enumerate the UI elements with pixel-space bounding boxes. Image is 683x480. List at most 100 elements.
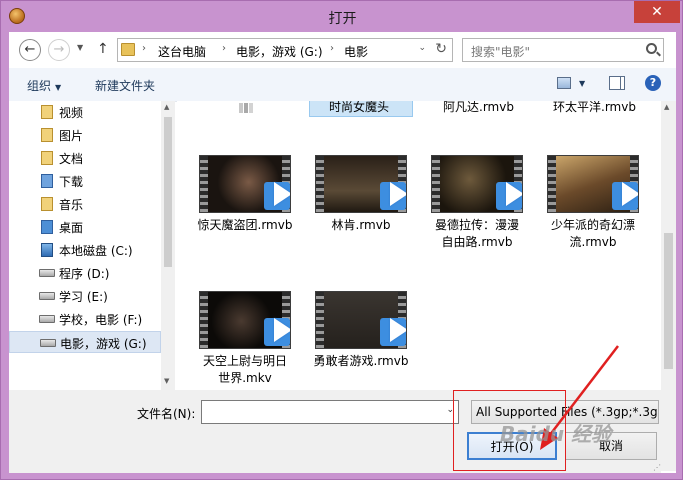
video-thumbnail <box>199 291 291 349</box>
scroll-down-icon[interactable]: ▼ <box>164 377 169 385</box>
sidebar-item-drive-d[interactable]: 程序 (D:) <box>9 262 161 284</box>
search-icon[interactable] <box>646 43 657 54</box>
back-button[interactable]: ← <box>19 39 41 61</box>
file-name: 自由路.rmvb <box>441 235 513 249</box>
breadcrumb-movies[interactable]: 电影 <box>344 43 368 60</box>
pictures-folder-icon <box>41 128 53 142</box>
windows-drive-icon <box>41 243 53 257</box>
sidebar-item-label: 音乐 <box>59 198 84 212</box>
up-button[interactable]: ↑ <box>97 41 109 57</box>
sidebar-item-label: 学校，电影 (F:) <box>59 313 143 327</box>
sidebar-item-label: 电影，游戏 (G:) <box>60 337 147 351</box>
file-name: 勇敢者游戏.rmvb <box>313 354 409 368</box>
sidebar-item-drive-f[interactable]: 学校，电影 (F:) <box>9 308 161 330</box>
navigation-pane-scrollbar[interactable]: ▲ ▼ <box>161 101 175 390</box>
sidebar-item-desktop[interactable]: 桌面 <box>9 216 161 238</box>
title-bar[interactable]: 打开 ✕ <box>1 1 683 33</box>
video-thumbnail <box>547 155 639 213</box>
file-name[interactable]: 时尚女魔头 <box>329 101 389 115</box>
video-folder-icon <box>41 105 53 119</box>
search-box[interactable]: 搜索"电影" <box>462 38 664 62</box>
play-icon <box>380 318 406 346</box>
command-toolbar: 组织 ▼ 新建文件夹 ▼ ? <box>9 68 676 102</box>
desktop-folder-icon <box>41 220 53 234</box>
drive-icon <box>39 292 55 300</box>
video-thumbnail <box>199 155 291 213</box>
play-icon <box>380 182 406 210</box>
navigation-pane: 视频 图片 文档 下载 音乐 桌面 本地磁盘 (C:) 程序 (D:) 学习 (… <box>9 101 173 370</box>
sidebar-item-drive-e[interactable]: 学习 (E:) <box>9 285 161 307</box>
sidebar-item-label: 本地磁盘 (C:) <box>59 244 133 258</box>
sidebar-item-downloads[interactable]: 下载 <box>9 170 161 192</box>
documents-folder-icon <box>41 151 53 165</box>
sidebar-item-label: 视频 <box>59 106 84 120</box>
file-list-scrollbar[interactable]: ▲ <box>661 101 676 471</box>
file-name: 天空上尉与明日 <box>202 354 287 368</box>
sidebar-item-label: 下载 <box>59 175 84 189</box>
scrollbar-thumb[interactable] <box>664 233 673 369</box>
address-bar[interactable]: › 这台电脑 › 电影，游戏 (G:) › 电影 ⌄ ↻ <box>117 38 453 62</box>
video-thumbnail <box>315 291 407 349</box>
sidebar-item-pictures[interactable]: 图片 <box>9 124 161 146</box>
window-title: 打开 <box>328 11 357 27</box>
music-folder-icon <box>41 197 53 211</box>
play-icon <box>264 318 290 346</box>
organize-menu[interactable]: 组织 ▼ <box>27 77 61 94</box>
address-dropdown-icon[interactable]: ⌄ <box>418 43 426 53</box>
scroll-up-icon[interactable]: ▲ <box>664 103 669 111</box>
filename-label: 文件名(N): <box>137 407 196 421</box>
drive-icon <box>40 339 56 347</box>
navigation-bar: ← → ▼ ↑ › 这台电脑 › 电影，游戏 (G:) › 电影 ⌄ ↻ 搜索"… <box>9 32 676 68</box>
sidebar-item-label: 学习 (E:) <box>59 290 108 304</box>
refresh-icon[interactable]: ↻ <box>435 41 447 57</box>
play-icon <box>496 182 522 210</box>
file-name: 惊天魔盗团.rmvb <box>197 218 293 232</box>
filename-input[interactable]: ⌄ <box>201 400 459 424</box>
sidebar-item-label: 图片 <box>59 129 84 143</box>
file-name: 少年派的奇幻漂 <box>550 218 635 232</box>
drive-icon <box>39 315 55 323</box>
watermark-logo: Baidu 经验 <box>500 422 612 446</box>
organize-label: 组织 <box>27 79 52 93</box>
breadcrumb-drive-g[interactable]: 电影，游戏 (G:) <box>236 43 323 60</box>
video-thumbnail <box>431 155 523 213</box>
file-name: 林肯.rmvb <box>331 218 391 232</box>
scroll-up-icon[interactable]: ▲ <box>164 103 169 111</box>
recent-locations-dropdown[interactable]: ▼ <box>77 43 83 52</box>
chevron-down-icon: ▼ <box>55 83 62 92</box>
resize-grip-icon[interactable]: ⋰ <box>653 463 661 472</box>
preview-pane-icon[interactable] <box>609 76 625 90</box>
close-button[interactable]: ✕ <box>634 1 680 23</box>
sidebar-item-videos[interactable]: 视频 <box>9 101 161 123</box>
downloads-folder-icon <box>41 174 53 188</box>
file-name: 流.rmvb <box>569 235 617 249</box>
scrollbar-thumb[interactable] <box>164 117 172 267</box>
sidebar-item-drive-g[interactable]: 电影，游戏 (G:) <box>9 331 161 353</box>
sidebar-item-label: 程序 (D:) <box>59 267 110 281</box>
help-icon[interactable]: ? <box>645 75 661 91</box>
folder-icon <box>121 43 135 56</box>
sidebar-item-label: 桌面 <box>59 221 84 235</box>
change-view-icon[interactable] <box>557 77 571 89</box>
view-options-dropdown[interactable]: ▼ <box>579 79 585 88</box>
file-name: 曼德拉传：漫漫 <box>434 218 519 232</box>
file-name: 世界.mkv <box>218 371 272 385</box>
file-name[interactable]: 环太平洋.rmvb <box>553 101 636 115</box>
forward-button[interactable]: → <box>48 39 70 61</box>
breadcrumb-this-pc[interactable]: 这台电脑 <box>158 43 206 60</box>
new-folder-button[interactable]: 新建文件夹 <box>95 77 155 94</box>
sidebar-item-label: 文档 <box>59 152 84 166</box>
video-thumbnail <box>315 155 407 213</box>
sidebar-item-music[interactable]: 音乐 <box>9 193 161 215</box>
search-input[interactable]: 搜索"电影" <box>471 43 530 60</box>
file-name[interactable]: 阿凡达.rmvb <box>443 101 514 115</box>
sidebar-item-drive-c[interactable]: 本地磁盘 (C:) <box>9 239 161 261</box>
breadcrumb-separator[interactable]: › <box>142 43 146 54</box>
breadcrumb-separator[interactable]: › <box>330 43 334 54</box>
play-icon <box>264 182 290 210</box>
drive-icon <box>39 269 55 277</box>
partial-thumbnail <box>239 103 253 113</box>
play-icon <box>612 182 638 210</box>
sidebar-item-documents[interactable]: 文档 <box>9 147 161 169</box>
breadcrumb-separator[interactable]: › <box>222 43 226 54</box>
